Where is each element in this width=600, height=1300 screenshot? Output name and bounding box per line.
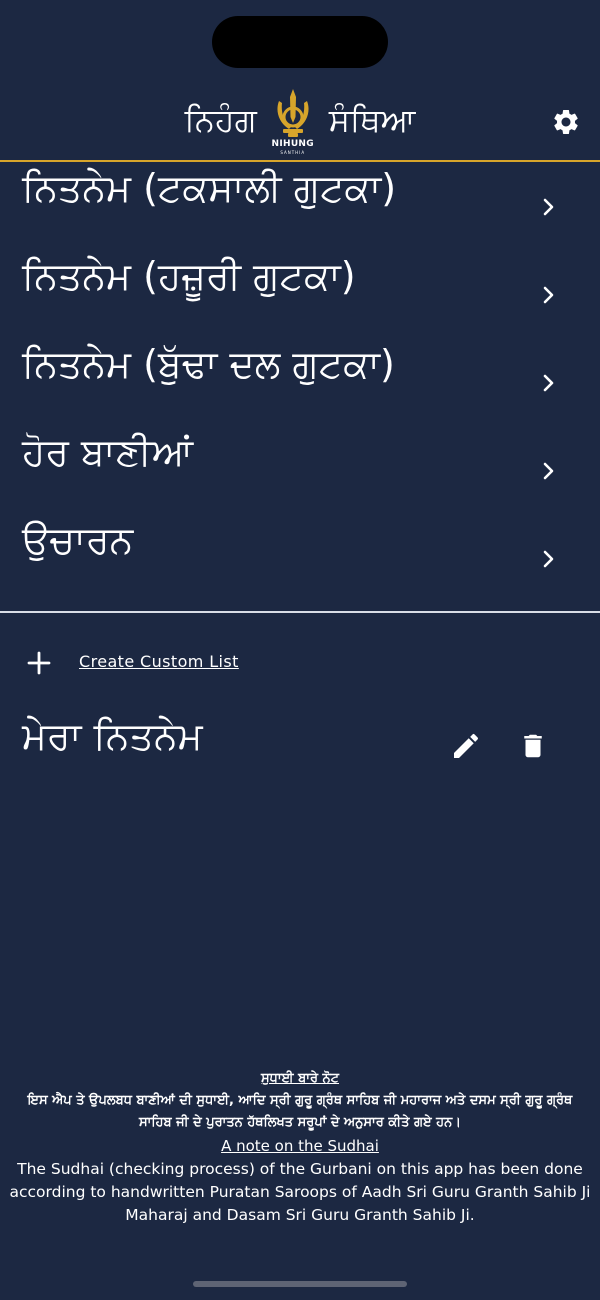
device-notch <box>212 16 388 68</box>
bani-menu: ਨਿਤਨੇਮ (ਟਕਸਾਲੀ ਗੁਟਕਾ) ਨਿਤਨੇਮ (ਹਜ਼ੂਰੀ ਗੁਟ… <box>0 162 600 602</box>
chevron-right-icon <box>543 462 554 480</box>
logo-title-left: ਨਿਹੰਗ <box>184 101 257 139</box>
chevron-right-icon <box>543 550 554 568</box>
chevron-right-icon <box>543 198 554 216</box>
plus-icon[interactable] <box>26 650 52 676</box>
menu-item-hazuri-gutka[interactable]: ਨਿਤਨੇਮ (ਹਜ਼ੂਰੀ ਗੁਟਕਾ) <box>0 250 600 338</box>
logo-title-right: ਸੰਥਿਆ <box>328 101 416 139</box>
menu-item-label: ਉਚਾਰਨ <box>22 518 134 562</box>
section-divider <box>0 611 600 613</box>
sudhai-note-english: The Sudhai (checking process) of the Gur… <box>9 1160 591 1224</box>
chevron-right-icon <box>543 286 554 304</box>
menu-item-hor-baniyan[interactable]: ਹੋਰ ਬਾਣੀਆਂ <box>0 426 600 514</box>
app-logo: ਨਿਹੰਗ NIHUNG SANTHIA ਸੰਥਿਆ <box>0 84 600 160</box>
sudhai-note-heading: ਸੁਧਾਈ ਬਾਰੇ ਨੋਟ <box>260 1071 340 1086</box>
menu-item-label: ਹੋਰ ਬਾਣੀਆਂ <box>22 430 194 474</box>
chevron-right-icon <box>543 374 554 392</box>
settings-button[interactable] <box>550 106 582 138</box>
create-custom-list-link[interactable]: Create Custom List <box>79 652 239 671</box>
home-indicator[interactable] <box>193 1281 407 1287</box>
khanda-icon <box>277 89 309 137</box>
edit-pencil-icon[interactable] <box>450 730 482 762</box>
menu-item-label: ਨਿਤਨੇਮ (ਬੁੱਢਾ ਦਲ ਗੁਟਕਾ) <box>22 342 395 386</box>
khanda-emblem-icon: NIHUNG SANTHIA <box>265 87 321 157</box>
menu-item-label: ਨਿਤਨੇਮ (ਟਕਸਾਲੀ ਗੁਟਕਾ) <box>22 166 397 210</box>
custom-list-item[interactable]: ਮੇਰਾ ਨਿਤਨੇਮ <box>0 712 600 782</box>
menu-item-uchaaran[interactable]: ਉਚਾਰਨ <box>0 514 600 602</box>
app-screen: ਨਿਹੰਗ NIHUNG SANTHIA ਸੰਥਿਆ ਨਿਤਨੇਮ (ਟਕਸਾਲ… <box>0 0 600 1300</box>
gear-icon <box>554 110 578 134</box>
menu-item-budha-dal-gutka[interactable]: ਨਿਤਨੇਮ (ਬੁੱਢਾ ਦਲ ਗੁਟਕਾ) <box>0 338 600 426</box>
app-header: ਨਿਹੰਗ NIHUNG SANTHIA ਸੰਥਿਆ <box>0 84 600 160</box>
trash-icon[interactable] <box>518 730 548 762</box>
menu-item-taksali-gutka[interactable]: ਨਿਤਨੇਮ (ਟਕਸਾਲੀ ਗੁਟਕਾ) <box>0 162 600 250</box>
sudhai-note-punjabi: ਇਸ ਐਪ ਤੇ ਉਪਲਬਧ ਬਾਣੀਆਂ ਦੀ ਸੁਧਾਈ, ਆਦਿ ਸ੍ਰੀ… <box>27 1093 573 1130</box>
custom-list-label: ਮੇਰਾ ਨਿਤਨੇਮ <box>22 714 203 758</box>
sudhai-note: ਸੁਧਾਈ ਬਾਰੇ ਨੋਟ ਇਸ ਐਪ ਤੇ ਉਪਲਬਧ ਬਾਣੀਆਂ ਦੀ … <box>0 1068 600 1227</box>
emblem-label: NIHUNG <box>271 139 314 149</box>
create-custom-list-row: Create Custom List <box>0 640 600 684</box>
menu-item-label: ਨਿਤਨੇਮ (ਹਜ਼ੂਰੀ ਗੁਟਕਾ) <box>22 254 356 298</box>
emblem-sublabel: SANTHIA <box>280 150 306 155</box>
sudhai-note-link[interactable]: A note on the Sudhai <box>221 1134 379 1158</box>
